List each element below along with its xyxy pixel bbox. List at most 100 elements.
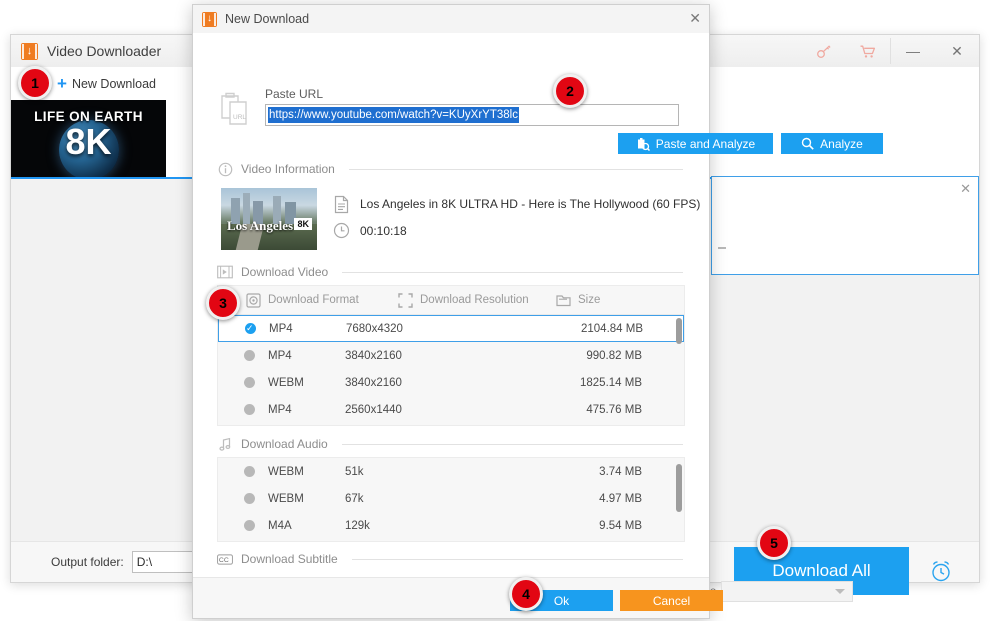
- paste-and-analyze-label: Paste and Analyze: [655, 136, 756, 151]
- crop-icon: [398, 292, 413, 308]
- column-size: Size: [556, 293, 656, 307]
- promo-thumbnail[interactable]: LIFE ON EARTH 8K: [11, 100, 166, 177]
- video-row-format: WEBM: [268, 376, 304, 389]
- video-row-format: MP4: [268, 349, 292, 362]
- video-row-radio[interactable]: [244, 377, 255, 388]
- video-row-radio[interactable]: [245, 322, 256, 334]
- section-divider: [341, 443, 683, 445]
- audio-format-row[interactable]: M4A 129k 9.54 MB: [218, 512, 684, 539]
- download-video-section-header: Download Video: [217, 264, 683, 280]
- audio-row-size: 3.74 MB: [599, 465, 642, 478]
- dialog-close-icon[interactable]: ✕: [689, 10, 701, 27]
- svg-text:URL: URL: [233, 114, 246, 121]
- thumbnail-caption: Los Angeles: [227, 218, 294, 233]
- audio-row-radio[interactable]: [244, 466, 255, 477]
- column-download-format: Download Format: [218, 292, 398, 308]
- video-format-row[interactable]: MP4 3840x2160 990.82 MB: [218, 342, 684, 369]
- column-download-resolution: Download Resolution: [398, 292, 556, 308]
- search-icon: [801, 137, 814, 150]
- dialog-title: New Download: [225, 12, 310, 26]
- audio-table-scrollbar[interactable]: [676, 464, 682, 512]
- video-information-label: Video Information: [241, 162, 335, 176]
- output-folder-label: Output folder:: [51, 555, 124, 569]
- alarm-clock-icon[interactable]: [917, 547, 965, 595]
- video-row-resolution: 2560x1440: [345, 403, 402, 416]
- audio-format-row[interactable]: WEBM 67k 4.97 MB: [218, 485, 684, 512]
- video-row-radio[interactable]: [244, 350, 255, 361]
- video-information-section-header: Video Information: [217, 161, 683, 177]
- svg-text:CC: CC: [219, 556, 229, 563]
- film-icon: [217, 264, 233, 280]
- video-row-radio[interactable]: [244, 404, 255, 415]
- video-table-scrollbar[interactable]: [676, 318, 682, 344]
- audio-row-format: M4A: [268, 519, 292, 532]
- step-badge-1: 1: [18, 66, 52, 100]
- new-download-dialog: ↓ New Download ✕ URL Paste URL https://w…: [192, 4, 883, 619]
- key-icon[interactable]: [802, 35, 846, 67]
- step-badge-2: 2: [553, 74, 587, 108]
- video-row-size: 990.82 MB: [586, 349, 642, 362]
- column-download-resolution-label: Download Resolution: [420, 294, 529, 306]
- notification-close-icon[interactable]: ✕: [960, 181, 971, 197]
- plus-icon: +: [57, 74, 67, 93]
- download-audio-section-header: Download Audio: [217, 436, 683, 452]
- dialog-logo-icon: ↓: [202, 11, 217, 27]
- download-audio-label: Download Audio: [241, 437, 328, 451]
- step-badge-3: 3: [206, 286, 240, 320]
- download-audio-rows: WEBM 51k 3.74 MB WEBM 67k 4.97 MB M4A 129k 9.54 …: [218, 458, 684, 539]
- paste-and-analyze-button[interactable]: Paste and Analyze: [618, 133, 773, 154]
- dialog-titlebar: ↓ New Download ✕: [193, 5, 709, 34]
- disc-icon: [246, 292, 261, 308]
- audio-row-radio[interactable]: [244, 493, 255, 504]
- language-select[interactable]: [721, 581, 853, 602]
- video-row-size: 1825.14 MB: [579, 376, 642, 389]
- document-icon: [333, 195, 350, 219]
- notification-panel: ✕: [711, 176, 979, 275]
- video-thumbnail: Los Angeles 8K: [221, 188, 317, 250]
- analyze-button[interactable]: Analyze: [781, 133, 883, 154]
- section-divider: [348, 168, 683, 170]
- video-duration: 00:10:18: [360, 224, 407, 238]
- cart-icon[interactable]: [846, 35, 890, 67]
- download-video-table-header: Download Format Download Resolution Size: [218, 286, 684, 315]
- video-row-format: MP4: [268, 403, 292, 416]
- clipboard-url-icon: URL: [217, 90, 257, 132]
- video-row-size: 2104.84 MB: [580, 322, 643, 335]
- step-badge-5: 5: [757, 526, 791, 560]
- cc-icon: CC: [217, 551, 233, 567]
- audio-row-bitrate: 51k: [345, 465, 364, 478]
- info-icon: [217, 161, 233, 177]
- video-format-row[interactable]: MP4 7680x4320 2104.84 MB: [218, 315, 684, 342]
- url-input[interactable]: https://www.youtube.com/watch?v=KUyXrYT3…: [265, 104, 679, 126]
- minimize-button[interactable]: —: [891, 35, 935, 67]
- audio-row-format: WEBM: [268, 465, 304, 478]
- music-note-icon: [217, 436, 233, 452]
- audio-row-size: 4.97 MB: [599, 492, 642, 505]
- download-video-rows: MP4 7680x4320 2104.84 MB MP4 3840x2160 990.82…: [218, 315, 684, 423]
- clock-icon: [333, 222, 350, 244]
- video-row-format: MP4: [269, 322, 293, 335]
- audio-row-size: 9.54 MB: [599, 519, 642, 532]
- audio-row-bitrate: 129k: [345, 519, 370, 532]
- audio-row-radio[interactable]: [244, 520, 255, 531]
- thumbnail-8k-badge: 8K: [294, 218, 312, 230]
- column-size-label: Size: [578, 294, 601, 306]
- section-divider: [342, 271, 683, 273]
- titlebar-controls: — ✕: [802, 35, 979, 67]
- step-badge-4: 4: [509, 577, 543, 611]
- audio-row-bitrate: 67k: [345, 492, 364, 505]
- new-download-label: New Download: [71, 76, 157, 91]
- app-logo-icon: ↓: [21, 42, 38, 60]
- video-row-resolution: 3840x2160: [345, 376, 402, 389]
- new-download-button[interactable]: + New Download: [57, 75, 156, 92]
- screenshot-root: ↓ Video Downloader — ✕ + New Download LI…: [0, 0, 1000, 621]
- close-button[interactable]: ✕: [935, 35, 979, 67]
- video-format-row[interactable]: WEBM 3840x2160 1825.14 MB: [218, 369, 684, 396]
- video-row-resolution: 3840x2160: [345, 349, 402, 362]
- cancel-button[interactable]: Cancel: [620, 590, 723, 611]
- video-format-row[interactable]: MP4 2560x1440 475.76 MB: [218, 396, 684, 423]
- analyze-label: Analyze: [820, 136, 863, 151]
- audio-format-row[interactable]: WEBM 51k 3.74 MB: [218, 458, 684, 485]
- dialog-footer: Ok Cancel: [193, 577, 723, 618]
- download-subtitle-label: Download Subtitle: [241, 552, 338, 566]
